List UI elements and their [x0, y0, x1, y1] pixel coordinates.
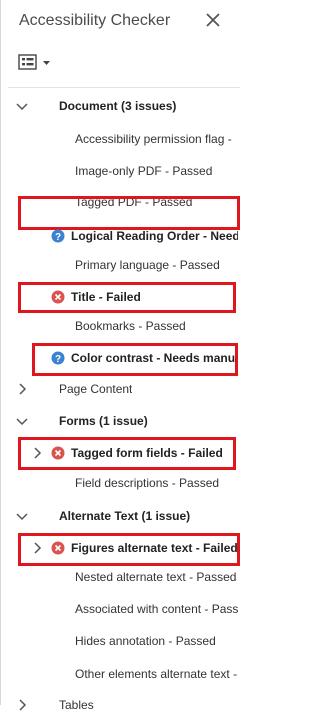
tree-item-forms[interactable]: Forms (1 issue)	[0, 410, 242, 432]
close-icon[interactable]	[204, 9, 222, 31]
tree-item-label: Alternate Text (1 issue)	[59, 509, 191, 523]
question-icon: ?	[51, 351, 65, 365]
tree-item-label: Document (3 issues)	[59, 99, 177, 113]
tree-item-label: Color contrast - Needs manua	[71, 351, 236, 365]
chevron-right-icon[interactable]	[15, 378, 29, 400]
tree-item-label: Nested alternate text - Passed	[75, 570, 237, 584]
question-icon: ?	[51, 229, 65, 243]
tree-item-page-content[interactable]: Page Content	[0, 378, 242, 400]
tree-item-label: Accessibility permission flag -	[75, 132, 232, 146]
panel-header: Accessibility Checker	[0, 0, 242, 44]
tree-item-label: Title - Failed	[71, 290, 141, 304]
chevron-right-icon[interactable]	[30, 442, 44, 464]
tree-item-field-descriptions[interactable]: Field descriptions - Passed	[0, 472, 242, 494]
failed-icon	[51, 541, 65, 555]
failed-icon	[51, 290, 65, 304]
tree-item-label: Bookmarks - Passed	[75, 319, 186, 333]
chevron-right-icon[interactable]	[30, 537, 44, 559]
tree-item-figures-alternate-text[interactable]: Figures alternate text - Failed	[0, 537, 242, 559]
tree-item-image-only-pdf[interactable]: Image-only PDF - Passed	[0, 160, 242, 182]
chevron-down-icon[interactable]	[15, 505, 29, 527]
tree-item-nested-alt-text[interactable]: Nested alternate text - Passed	[0, 566, 242, 588]
tree-item-label: Hides annotation - Passed	[75, 634, 216, 648]
toolbar-separator	[8, 87, 240, 88]
svg-text:?: ?	[55, 354, 61, 365]
chevron-right-icon[interactable]	[15, 694, 29, 716]
tree-item-color-contrast[interactable]: ? Color contrast - Needs manua	[0, 347, 242, 369]
options-menu-button[interactable]	[18, 54, 58, 72]
tree-item-label: Tagged form fields - Failed	[71, 446, 223, 460]
tree-item-label: Image-only PDF - Passed	[75, 164, 213, 178]
tree-item-label: Logical Reading Order - Needs	[71, 229, 238, 243]
tree-item-other-elements-alt-text[interactable]: Other elements alternate text -	[0, 663, 242, 685]
tree-item-logical-reading-order[interactable]: ? Logical Reading Order - Needs	[0, 225, 242, 247]
tree-item-label: Tables	[59, 698, 94, 712]
tree-item-bookmarks[interactable]: Bookmarks - Passed	[0, 315, 242, 337]
tree-item-label: Primary language - Passed	[75, 258, 220, 272]
svg-text:?: ?	[55, 232, 61, 243]
tree-item-label: Associated with content - Pass	[75, 602, 239, 616]
tree-item-label: Other elements alternate text -	[75, 667, 238, 681]
tree-item-label: Figures alternate text - Failed	[71, 541, 238, 555]
chevron-down-icon[interactable]	[15, 95, 29, 117]
options-list-icon	[18, 54, 50, 70]
tree-item-primary-language[interactable]: Primary language - Passed	[0, 254, 242, 276]
tree-item-label: Field descriptions - Passed	[75, 476, 220, 490]
tree-item-document[interactable]: Document (3 issues)	[0, 95, 242, 117]
tree-item-accessibility-permission[interactable]: Accessibility permission flag -	[0, 128, 242, 150]
tree-item-title[interactable]: Title - Failed	[0, 286, 242, 308]
tree-item-associated-with-content[interactable]: Associated with content - Pass	[0, 598, 242, 620]
tree-item-label: Page Content	[59, 382, 133, 396]
tree-item-tables[interactable]: Tables	[0, 694, 242, 716]
tree-item-hides-annotation[interactable]: Hides annotation - Passed	[0, 630, 242, 652]
tree-item-tagged-form-fields[interactable]: Tagged form fields - Failed	[0, 442, 242, 464]
failed-icon	[51, 446, 65, 460]
tree-item-alternate-text[interactable]: Alternate Text (1 issue)	[0, 505, 242, 527]
panel-title: Accessibility Checker	[19, 12, 171, 29]
chevron-down-icon[interactable]	[15, 410, 29, 432]
tree-item-label: Forms (1 issue)	[59, 414, 148, 428]
